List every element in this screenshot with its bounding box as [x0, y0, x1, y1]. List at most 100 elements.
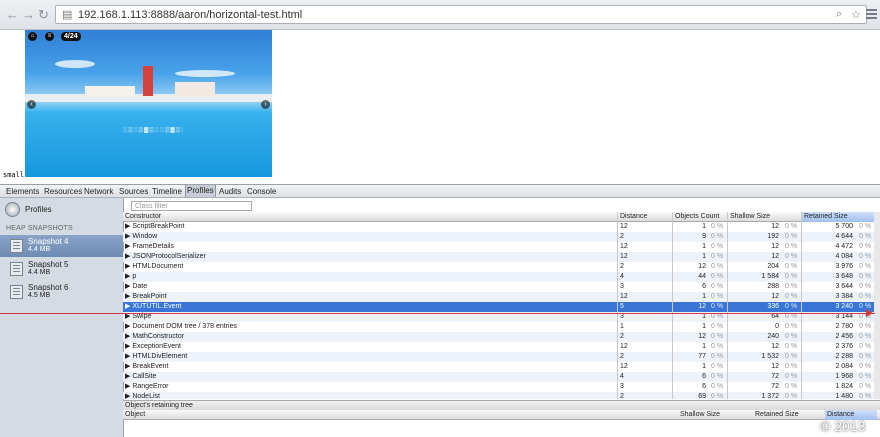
table-row[interactable]: ▶ HTMLDivElement 2 77 0 % 1 532 0 % 2 288 0 % — [123, 352, 880, 362]
row-shallow: 12 — [771, 293, 779, 300]
table-row[interactable]: ▶ Window 2 9 0 % 192 0 % 4 644 0 % — [123, 232, 880, 242]
row-count-pct: 0 % — [711, 243, 724, 250]
row-retained-pct: 0 % — [859, 233, 872, 240]
row-constructor: ▶ FrameDetails — [125, 243, 174, 250]
row-constructor: ▶ Document DOM tree / 378 entries — [125, 323, 237, 330]
table-row[interactable]: ▶ FrameDetails 12 1 0 % 12 0 % 4 472 0 % — [123, 242, 880, 252]
col-objects-count[interactable]: Objects Count — [673, 212, 728, 222]
sidebar-item-snapshot-6[interactable]: Snapshot 6 4.5 MB — [0, 281, 123, 303]
row-retained-pct: 0 % — [859, 293, 872, 300]
copyright-watermark: © 2013 — [820, 418, 866, 434]
address-bar[interactable]: ▤ 192.168.1.113:8888/aaron/horizontal-te… — [55, 5, 867, 24]
star-icon[interactable]: ☆ — [851, 8, 861, 21]
row-shallow-pct: 0 % — [785, 263, 798, 270]
row-retained: 2 456 — [835, 333, 853, 340]
table-row[interactable]: ▶ ExceptionEvent 12 1 0 % 12 0 % 2 376 0 % — [123, 342, 880, 352]
row-shallow-pct: 0 % — [785, 243, 798, 250]
table-row[interactable]: ▶ CallSite 4 6 0 % 72 0 % 1 968 0 % — [123, 372, 880, 382]
row-count: 1 — [702, 243, 706, 250]
snapshot-name: Snapshot 6 — [28, 283, 69, 292]
row-retained-pct: 0 % — [859, 283, 872, 290]
row-count: 12 — [698, 263, 706, 270]
snapshot-size: 4.4 MB — [28, 269, 51, 276]
tab-network[interactable]: Network — [84, 187, 113, 196]
next-arrow-icon[interactable]: › — [261, 100, 270, 109]
back-icon[interactable]: ← — [6, 8, 19, 22]
row-distance: 12 — [620, 243, 628, 250]
row-distance: 12 — [620, 343, 628, 350]
row-shallow-pct: 0 % — [785, 223, 798, 230]
rcol-shallow-size[interactable]: Shallow Size — [678, 410, 753, 420]
tab-timeline[interactable]: Timeline — [152, 187, 182, 196]
snapshot-size: 4.4 MB — [28, 246, 51, 253]
tab-profiles[interactable]: Profiles — [185, 185, 216, 197]
row-retained-pct: 0 % — [859, 343, 872, 350]
row-retained: 1 968 — [835, 373, 853, 380]
search-icon[interactable]: ⌕ — [836, 8, 842, 21]
row-constructor: ▶ ScriptBreakPoint — [125, 223, 185, 230]
table-row[interactable]: ▶ XUTUTIL.Event 5 12 0 % 336 0 % 3 240 0 % — [123, 302, 880, 312]
prev-arrow-icon[interactable]: ‹ — [27, 100, 36, 109]
table-row[interactable]: ▶ RangeError 3 6 0 % 72 0 % 1 824 0 % — [123, 382, 880, 392]
row-count: 12 — [698, 333, 706, 340]
row-constructor: ▶ Window — [125, 233, 158, 240]
row-count: 69 — [698, 393, 706, 399]
slideshow-image[interactable]: ⌂ ≡ 4/24 ‹ › ░▒░▒▓▒░░▒▓▒░▒░░▒▓░▒▒░▓▒░░▒░… — [25, 30, 272, 177]
menu-icon[interactable] — [866, 7, 877, 21]
list-icon[interactable]: ≡ — [45, 32, 54, 41]
devtools-tabbar: Elements Resources Network Sources Timel… — [0, 184, 880, 198]
row-count-pct: 0 % — [711, 273, 724, 280]
row-distance: 1 — [620, 323, 624, 330]
rcol-retained-size[interactable]: Retained Size — [753, 410, 825, 420]
col-distance[interactable]: Distance — [618, 212, 673, 222]
table-scrollbar[interactable] — [874, 212, 880, 399]
row-constructor: ▶ BreakPoint — [125, 293, 167, 300]
col-shallow-size[interactable]: Shallow Size — [728, 212, 802, 222]
table-row[interactable]: ▶ Date 3 6 0 % 288 0 % 3 644 0 % — [123, 282, 880, 292]
row-retained: 2 288 — [835, 353, 853, 360]
row-distance: 12 — [620, 363, 628, 370]
sidebar-item-snapshot-5[interactable]: Snapshot 5 4.4 MB — [0, 258, 123, 280]
forward-icon[interactable]: → — [22, 8, 35, 22]
table-row[interactable]: ▶ NodeList 2 69 0 % 1 372 0 % 1 480 0 % — [123, 392, 880, 399]
row-retained-pct: 0 % — [859, 363, 872, 370]
row-shallow: 12 — [771, 343, 779, 350]
row-shallow: 0 — [775, 323, 779, 330]
table-row[interactable]: ▶ BreakEvent 12 1 0 % 12 0 % 2 084 0 % — [123, 362, 880, 372]
table-row[interactable]: ▶ p 4 44 0 % 1 584 0 % 3 648 0 % — [123, 272, 880, 282]
tab-console[interactable]: Console — [247, 187, 276, 196]
url-text: 192.168.1.113:8888/aaron/horizontal-test… — [78, 9, 303, 21]
table-row[interactable]: ▶ Document DOM tree / 378 entries 1 1 0 % 0 0… — [123, 322, 880, 332]
table-row[interactable]: ▶ BreakPoint 12 1 0 % 12 0 % 3 384 0 % — [123, 292, 880, 302]
row-shallow-pct: 0 % — [785, 293, 798, 300]
profiles-icon — [5, 202, 20, 217]
tab-sources[interactable]: Sources — [119, 187, 148, 196]
row-retained: 4 084 — [835, 253, 853, 260]
tab-resources[interactable]: Resources — [44, 187, 82, 196]
row-retained-pct: 0 % — [859, 373, 872, 380]
web-content: ⌂ ≡ 4/24 ‹ › ░▒░▒▓▒░░▒▓▒░▒░░▒▓░▒▒░▓▒░░▒░… — [0, 30, 880, 184]
row-constructor: ▶ CallSite — [125, 373, 157, 380]
tab-audits[interactable]: Audits — [219, 187, 241, 196]
table-row[interactable]: ▶ HTMLDocument 2 12 0 % 204 0 % 3 976 0 % — [123, 262, 880, 272]
table-row[interactable]: ▶ MathConstructor 2 12 0 % 240 0 % 2 456 0 % — [123, 332, 880, 342]
col-constructor[interactable]: Constructor — [123, 212, 618, 222]
sidebar-item-snapshot-4[interactable]: Snapshot 4 4.4 MB — [0, 235, 123, 257]
row-count: 1 — [702, 293, 706, 300]
row-shallow: 1 372 — [761, 393, 779, 399]
rcol-object[interactable]: Object — [123, 410, 678, 420]
row-shallow: 288 — [767, 283, 779, 290]
row-shallow-pct: 0 % — [785, 303, 798, 310]
col-retained-size[interactable]: Retained Size — [802, 212, 876, 222]
table-row[interactable]: ▶ JSONProtocolSerializer 12 1 0 % 12 0 % 4 084… — [123, 252, 880, 262]
row-shallow-pct: 0 % — [785, 343, 798, 350]
tab-elements[interactable]: Elements — [6, 187, 39, 196]
class-filter-input[interactable]: Class filter — [131, 201, 252, 211]
table-row[interactable]: ▶ ScriptBreakPoint 12 1 0 % 12 0 % 5 700 0 % — [123, 222, 880, 232]
row-retained-pct: 0 % — [859, 323, 872, 330]
reload-icon[interactable]: ↻ — [38, 8, 49, 22]
row-retained: 2 780 — [835, 323, 853, 330]
devtools-panel: Elements Resources Network Sources Timel… — [0, 184, 880, 437]
home-icon[interactable]: ⌂ — [28, 32, 37, 41]
row-distance: 3 — [620, 283, 624, 290]
